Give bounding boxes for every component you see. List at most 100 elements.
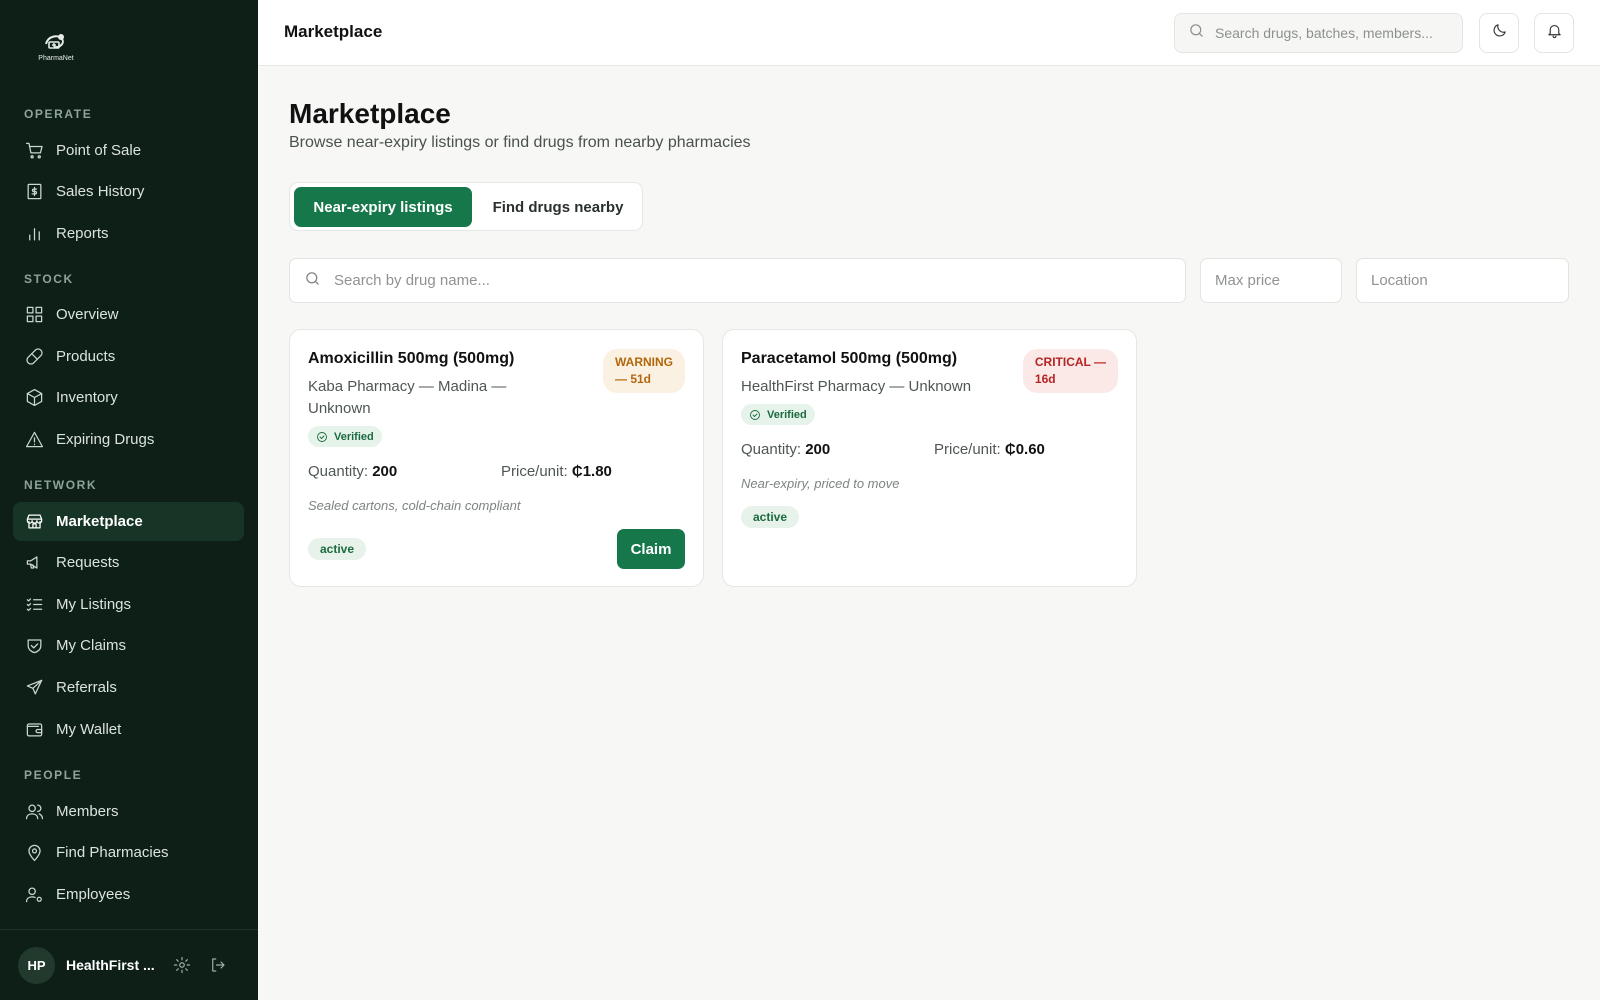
price-field: Price/unit: ₵0.60 <box>934 441 1045 458</box>
listing-pharmacy: Kaba Pharmacy — Madina — Unknown <box>308 376 506 420</box>
user-name: HealthFirst ... <box>66 957 155 973</box>
section-label-operate: OPERATE <box>24 107 93 121</box>
global-search-input[interactable] <box>1215 25 1455 41</box>
sidebar-item-products[interactable]: Products <box>13 337 244 376</box>
sidebar-item-reports[interactable]: Reports <box>13 214 244 253</box>
price-label: Price/unit: <box>934 441 1001 458</box>
listing-pharmacy-line: HealthFirst Pharmacy — Unknown <box>741 378 972 395</box>
sidebar-item-my-listings[interactable]: My Listings <box>13 585 244 624</box>
receipt-icon <box>24 182 44 202</box>
users-icon <box>24 802 44 822</box>
section-label-people: PEOPLE <box>24 768 83 782</box>
cart-icon <box>24 141 44 161</box>
listing-title: Paracetamol 500mg (500mg) <box>741 350 958 367</box>
marketplace-tabs: Near-expiry listings Find drugs nearby <box>289 182 643 231</box>
sidebar-item-label: Sales History <box>56 183 145 200</box>
quantity-value: 200 <box>805 441 831 458</box>
bell-icon <box>1546 22 1563 44</box>
location-input[interactable] <box>1371 272 1568 289</box>
badge-line: WARNING <box>615 355 673 369</box>
status-badge: active <box>308 538 367 560</box>
theme-toggle-button[interactable] <box>1479 13 1519 53</box>
warning-triangle-icon <box>24 430 44 450</box>
global-search[interactable] <box>1174 13 1463 53</box>
sidebar-item-label: Find Pharmacies <box>56 844 169 861</box>
quantity-value: 200 <box>372 463 398 480</box>
page-subtitle: Browse near-expiry listings or find drug… <box>289 134 751 151</box>
notifications-button[interactable] <box>1534 13 1574 53</box>
bar-chart-icon <box>24 224 44 244</box>
pharmanet-logo-icon <box>45 34 64 49</box>
sidebar-item-label: Inventory <box>56 389 118 406</box>
logout-icon[interactable] <box>208 955 228 975</box>
listing-pharmacy-line: Unknown <box>308 400 371 417</box>
sidebar-item-my-claims[interactable]: My Claims <box>13 626 244 665</box>
badge-line: CRITICAL — <box>1034 355 1106 369</box>
listing-note: Near-expiry, priced to move <box>741 476 900 491</box>
sidebar-item-label: My Listings <box>56 596 132 613</box>
avatar[interactable]: HP <box>18 946 55 984</box>
price-field: Price/unit: ₵1.80 <box>501 463 612 480</box>
sidebar: PharmaNet OPERATE Point of Sale Sales Hi… <box>0 0 258 1000</box>
tab-find-drugs-nearby[interactable]: Find drugs nearby <box>476 187 640 227</box>
max-price-input[interactable] <box>1215 272 1341 289</box>
max-price-field[interactable] <box>1200 258 1342 303</box>
price-label: Price/unit: <box>501 463 568 480</box>
app-logo[interactable]: PharmaNet <box>34 30 78 64</box>
sidebar-item-label: Members <box>56 803 119 820</box>
sidebar-item-expiring-drugs[interactable]: Expiring Drugs <box>13 420 244 459</box>
sidebar-item-my-wallet[interactable]: My Wallet <box>13 710 244 749</box>
user-cog-icon <box>24 885 44 905</box>
grid-icon <box>24 305 44 325</box>
sidebar-item-inventory[interactable]: Inventory <box>13 378 244 417</box>
sidebar-item-marketplace[interactable]: Marketplace <box>13 502 244 541</box>
sidebar-item-members[interactable]: Members <box>13 792 244 831</box>
location-field[interactable] <box>1356 258 1569 303</box>
badge-line: 16d <box>1034 372 1056 386</box>
expiry-badge-warning: WARNING — 51d <box>603 349 685 393</box>
quantity-field: Quantity: 200 <box>741 441 830 458</box>
sidebar-item-label: Marketplace <box>56 513 143 530</box>
topbar: Marketplace <box>258 0 1600 66</box>
verified-badge: Verified <box>308 426 382 447</box>
search-icon <box>1188 22 1205 44</box>
section-label-stock: STOCK <box>24 272 74 286</box>
sidebar-item-overview[interactable]: Overview <box>13 295 244 334</box>
listing-pharmacy-line: Kaba Pharmacy — Madina — <box>308 378 507 395</box>
sidebar-item-employees[interactable]: Employees <box>13 875 244 914</box>
badge-line: — 51d <box>615 372 652 386</box>
sidebar-item-label: Expiring Drugs <box>56 431 155 448</box>
sidebar-item-find-pharmacies[interactable]: Find Pharmacies <box>13 833 244 872</box>
sidebar-item-label: Products <box>56 348 116 365</box>
verified-label: Verified <box>767 408 807 421</box>
sidebar-divider <box>0 929 258 930</box>
settings-gear-icon[interactable] <box>172 955 192 975</box>
price-value: ₵1.80 <box>571 463 612 480</box>
claim-button[interactable]: Claim <box>617 529 685 569</box>
verified-badge: Verified <box>741 404 815 425</box>
sidebar-item-requests[interactable]: Requests <box>13 543 244 582</box>
sidebar-item-label: Reports <box>56 225 109 242</box>
sidebar-item-point-of-sale[interactable]: Point of Sale <box>13 131 244 170</box>
sidebar-item-label: Requests <box>56 554 120 571</box>
listing-note: Sealed cartons, cold-chain compliant <box>308 498 521 513</box>
drug-search-input[interactable] <box>334 272 1185 289</box>
section-label-network: NETWORK <box>24 478 98 492</box>
quantity-label: Quantity: <box>308 463 369 480</box>
sidebar-item-sales-history[interactable]: Sales History <box>13 172 244 211</box>
sidebar-item-label: My Claims <box>56 637 126 654</box>
listing-card: Paracetamol 500mg (500mg) HealthFirst Ph… <box>722 329 1137 587</box>
send-icon <box>24 678 44 698</box>
listing-card: Amoxicillin 500mg (500mg) Kaba Pharmacy … <box>289 329 704 587</box>
logo-text: PharmaNet <box>38 55 74 62</box>
topbar-title: Marketplace <box>284 22 383 41</box>
sidebar-item-referrals[interactable]: Referrals <box>13 668 244 707</box>
tab-near-expiry-listings[interactable]: Near-expiry listings <box>294 187 472 227</box>
handshake-icon <box>24 636 44 656</box>
store-icon <box>24 512 44 532</box>
price-value: ₵0.60 <box>1004 441 1045 458</box>
drug-search-field[interactable] <box>289 258 1186 303</box>
wallet-icon <box>24 720 44 740</box>
verified-label: Verified <box>334 430 374 443</box>
pill-icon <box>24 347 44 367</box>
